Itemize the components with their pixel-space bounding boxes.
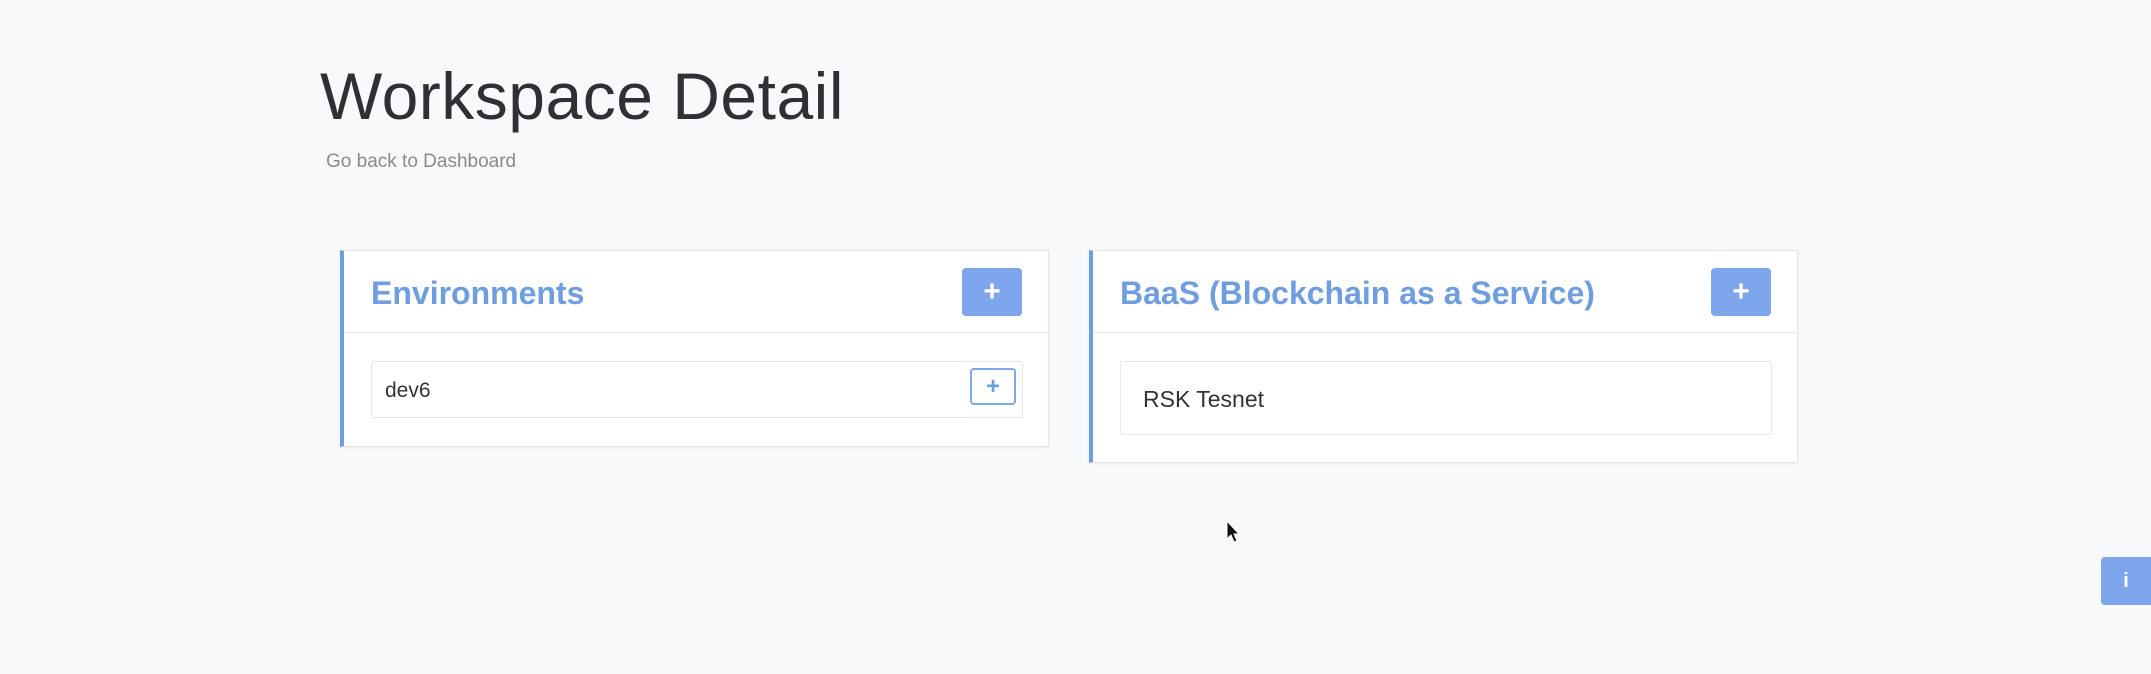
baas-panel-header: BaaS (Blockchain as a Service) +	[1093, 251, 1797, 333]
page-title: Workspace Detail	[320, 59, 844, 133]
environments-title: Environments	[371, 275, 585, 311]
mouse-pointer-icon	[1226, 520, 1240, 543]
back-to-dashboard-link[interactable]: Go back to Dashboard	[326, 151, 516, 173]
add-environment-button[interactable]: +	[962, 268, 1022, 316]
baas-item-label: RSK Tesnet	[1143, 386, 1265, 412]
environment-item-dev6[interactable]: dev6 +	[371, 361, 1023, 418]
add-baas-button[interactable]: +	[1711, 268, 1771, 316]
baas-title: BaaS (Blockchain as a Service)	[1120, 275, 1595, 311]
environment-item-label: dev6	[385, 379, 431, 402]
baas-panel: BaaS (Blockchain as a Service) + RSK Tes…	[1089, 250, 1798, 463]
info-icon[interactable]: i	[2101, 557, 2151, 605]
environment-item-add-button[interactable]: +	[970, 368, 1016, 405]
environments-panel-header: Environments +	[344, 251, 1048, 333]
environments-panel: Environments + dev6 +	[340, 250, 1049, 447]
baas-item-rsk-tesnet[interactable]: RSK Tesnet	[1120, 361, 1772, 435]
